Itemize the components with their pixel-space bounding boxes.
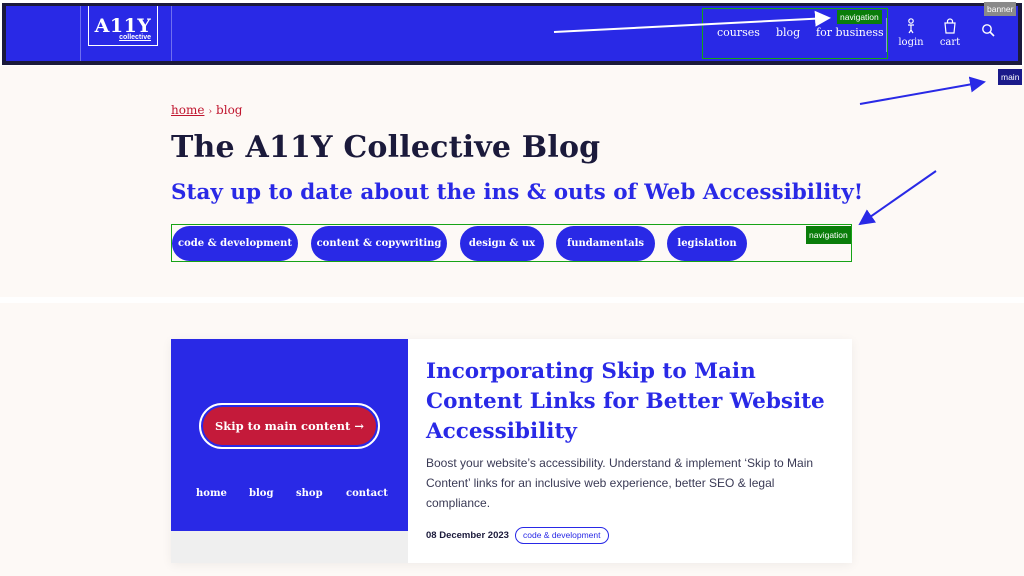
page-subtitle: Stay up to date about the ins & outs of …: [171, 180, 864, 205]
page-title: The A11Y Collective Blog: [171, 130, 601, 165]
main-landmark-label: main: [998, 69, 1023, 85]
category-fundamentals[interactable]: fundamentals: [556, 226, 655, 261]
illustration-skip-label: Skip to main content →: [203, 407, 376, 445]
section-divider: [0, 297, 1024, 303]
breadcrumb-home-link[interactable]: home: [171, 103, 204, 117]
category-navigation-landmark-label: navigation: [806, 226, 851, 244]
category-legislation[interactable]: legislation: [667, 226, 747, 261]
site-header: A11Y collective courses blog for busines…: [0, 0, 1024, 66]
cart-icon: [944, 18, 956, 34]
navigation-landmark-label: navigation: [837, 10, 882, 24]
nav-link-for-business[interactable]: for business: [816, 26, 884, 39]
breadcrumb-separator: ›: [208, 107, 213, 117]
cart-button[interactable]: cart: [930, 18, 970, 54]
login-button[interactable]: login: [891, 18, 931, 54]
article-card[interactable]: Skip to main content → home blog shop co…: [171, 339, 852, 563]
banner-landmark-label: banner: [984, 2, 1017, 16]
nav-link-courses[interactable]: courses: [717, 26, 760, 39]
login-label: login: [898, 37, 924, 48]
article-date: 08 December 2023: [426, 530, 509, 541]
breadcrumb: home › blog: [171, 103, 242, 117]
arrow-to-category-navigation: [858, 170, 937, 226]
header-divider: [886, 18, 887, 52]
search-icon: [982, 24, 995, 37]
category-code-development[interactable]: code & development: [172, 226, 298, 261]
site-logo[interactable]: A11Y collective: [80, 6, 172, 61]
logo-subtext: collective: [119, 34, 151, 41]
illustration-nav-home: home: [196, 488, 227, 499]
article-excerpt: Boost your website’s accessibility. Unde…: [426, 456, 814, 510]
category-content-copywriting[interactable]: content & copywriting: [311, 226, 447, 261]
article-title-link[interactable]: Incorporating Skip to Main Content Links…: [426, 357, 836, 447]
header-bar: A11Y collective courses blog for busines…: [4, 4, 1020, 63]
illustration-nav-shop: shop: [296, 488, 323, 499]
illustration-nav-contact: contact: [346, 488, 388, 499]
article-thumbnail[interactable]: Skip to main content → home blog shop co…: [171, 339, 408, 563]
arrow-to-main: [859, 76, 986, 105]
cart-label: cart: [939, 37, 961, 48]
article-tag[interactable]: code & development: [515, 527, 609, 544]
nav-link-blog[interactable]: blog: [776, 26, 800, 39]
thumbnail-illustration: Skip to main content → home blog shop co…: [171, 339, 408, 531]
illustration-skip-button: Skip to main content →: [199, 403, 380, 449]
breadcrumb-current: blog: [216, 103, 243, 117]
search-button[interactable]: [968, 23, 1008, 59]
user-icon: [908, 18, 914, 34]
category-navigation: code & development content & copywriting…: [171, 224, 852, 262]
logo-frame: A11Y collective: [88, 6, 158, 46]
illustration-nav-blog: blog: [249, 488, 274, 499]
category-design-ux[interactable]: design & ux: [460, 226, 544, 261]
